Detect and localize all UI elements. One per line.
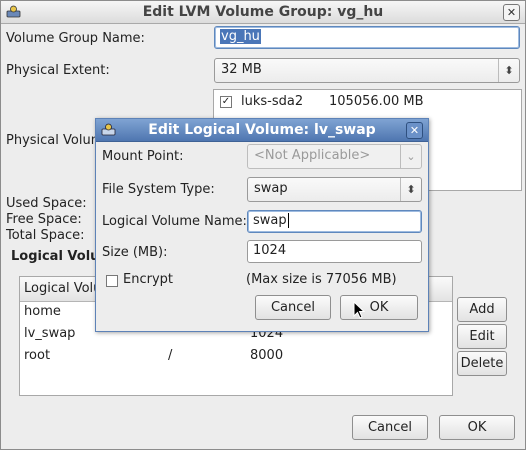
lv-name-label: Logical Volume Name: [102,214,247,229]
fs-type-label: File System Type: [102,182,215,197]
row-name: lv_swap [24,326,76,341]
pv-name: luks-sda2 [241,94,304,109]
edit-logical-volume-dialog: Edit Logical Volume: lv_swap ✕ Mount Poi… [95,118,429,332]
logical-volumes-section-label: Logical Volu [11,249,100,264]
add-button[interactable]: Add [457,297,507,322]
mount-point-value: <Not Applicable> [254,148,371,163]
mount-point-label: Mount Point: [102,149,184,164]
total-space-label: Total Space: [6,228,85,243]
dialog-close-button[interactable]: ✕ [406,122,423,139]
chevron-down-icon: ⌄ [400,145,421,168]
physical-extent-label: Physical Extent: [6,63,110,78]
size-label: Size (MB): [102,245,168,260]
fs-type-value: swap [254,181,288,196]
vg-name-label: Volume Group Name: [6,31,145,46]
used-space-label: Used Space: [6,196,87,211]
pv-size: 105056.00 MB [329,94,424,109]
vg-name-value: vg_hu [220,29,261,44]
delete-button[interactable]: Delete [457,351,507,376]
row-name: home [24,304,61,319]
window-title: Edit LVM Volume Group: vg_hu [142,4,384,20]
window-titlebar[interactable]: Edit LVM Volume Group: vg_hu ✕ [1,1,525,24]
dialog-ok-button[interactable]: OK [340,295,418,320]
mount-point-select: <Not Applicable> ⌄ [247,144,422,169]
ok-button[interactable]: OK [439,415,515,440]
row-name: root [24,348,51,363]
close-icon: ✕ [506,6,517,19]
fs-type-select[interactable]: swap ⬍ [247,177,422,202]
table-row[interactable]: root / 8000 [20,345,452,367]
cancel-button[interactable]: Cancel [352,415,428,440]
physical-extent-value: 32 MB [221,62,262,77]
table-header-name: Logical Volu [24,281,102,296]
size-input[interactable]: 1024 [247,240,422,263]
updown-icon: ⬍ [400,178,421,201]
window-close-button[interactable]: ✕ [503,4,520,21]
max-size-note: (Max size is 77056 MB) [246,272,397,287]
encrypt-checkbox[interactable] [106,275,118,287]
physical-extent-select[interactable]: 32 MB ⬍ [214,58,520,83]
size-value: 1024 [253,243,287,258]
text-cursor [287,213,289,228]
dialog-titlebar[interactable]: Edit Logical Volume: lv_swap ✕ [96,119,428,142]
dialog-cancel-button[interactable]: Cancel [255,295,331,320]
updown-icon: ⬍ [498,59,519,82]
row-size: 8000 [250,348,284,363]
lv-name-input[interactable]: swap [247,210,422,233]
mouse-cursor-icon [353,300,366,323]
edit-button[interactable]: Edit [457,324,507,349]
encrypt-label: Encrypt [123,272,173,287]
vg-name-input[interactable]: vg_hu [214,26,520,49]
row-mount: / [168,348,173,363]
physical-volumes-label: Physical Volum [6,133,104,148]
free-space-label: Free Space: [6,212,82,227]
close-icon: ✕ [409,124,420,137]
dialog-title: Edit Logical Volume: lv_swap [148,122,376,138]
pv-checkbox[interactable]: ✓ [220,96,232,108]
lv-name-value: swap [253,213,287,228]
